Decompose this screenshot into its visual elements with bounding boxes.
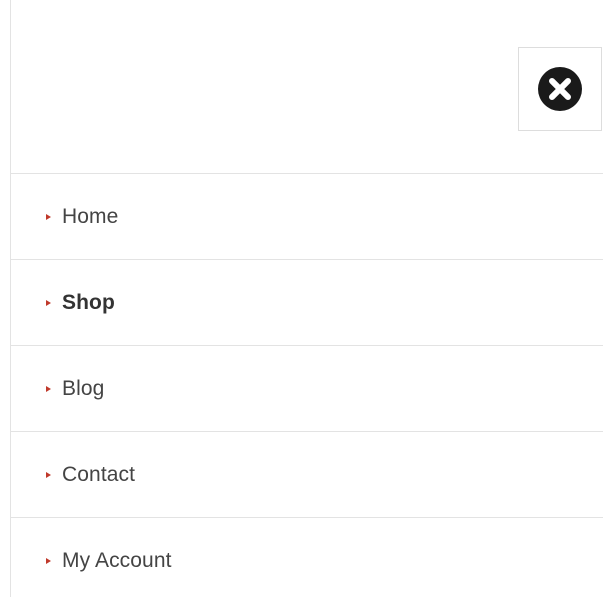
close-menu-button[interactable] — [518, 47, 602, 131]
arrow-right-icon — [46, 299, 51, 306]
menu-item-blog[interactable]: Blog — [11, 346, 603, 432]
menu-item-label: Contact — [62, 462, 136, 486]
arrow-right-icon — [46, 471, 51, 478]
menu-header — [11, 0, 603, 174]
menu-item-my-account[interactable]: My Account — [11, 518, 603, 604]
mobile-menu-panel: Home Shop Blog Contact My Account — [10, 0, 603, 597]
arrow-right-icon — [46, 385, 51, 392]
menu-item-label: Home — [62, 204, 119, 228]
menu-item-label: Shop — [62, 290, 115, 314]
menu-item-home[interactable]: Home — [11, 174, 603, 260]
arrow-right-icon — [46, 558, 51, 564]
menu-item-label: My Account — [62, 549, 172, 572]
menu-item-label: Blog — [62, 376, 105, 400]
close-circle-icon — [538, 67, 582, 111]
menu-item-contact[interactable]: Contact — [11, 432, 603, 518]
menu-list: Home Shop Blog Contact My Account — [11, 174, 603, 604]
arrow-right-icon — [46, 213, 51, 220]
menu-item-shop[interactable]: Shop — [11, 260, 603, 346]
